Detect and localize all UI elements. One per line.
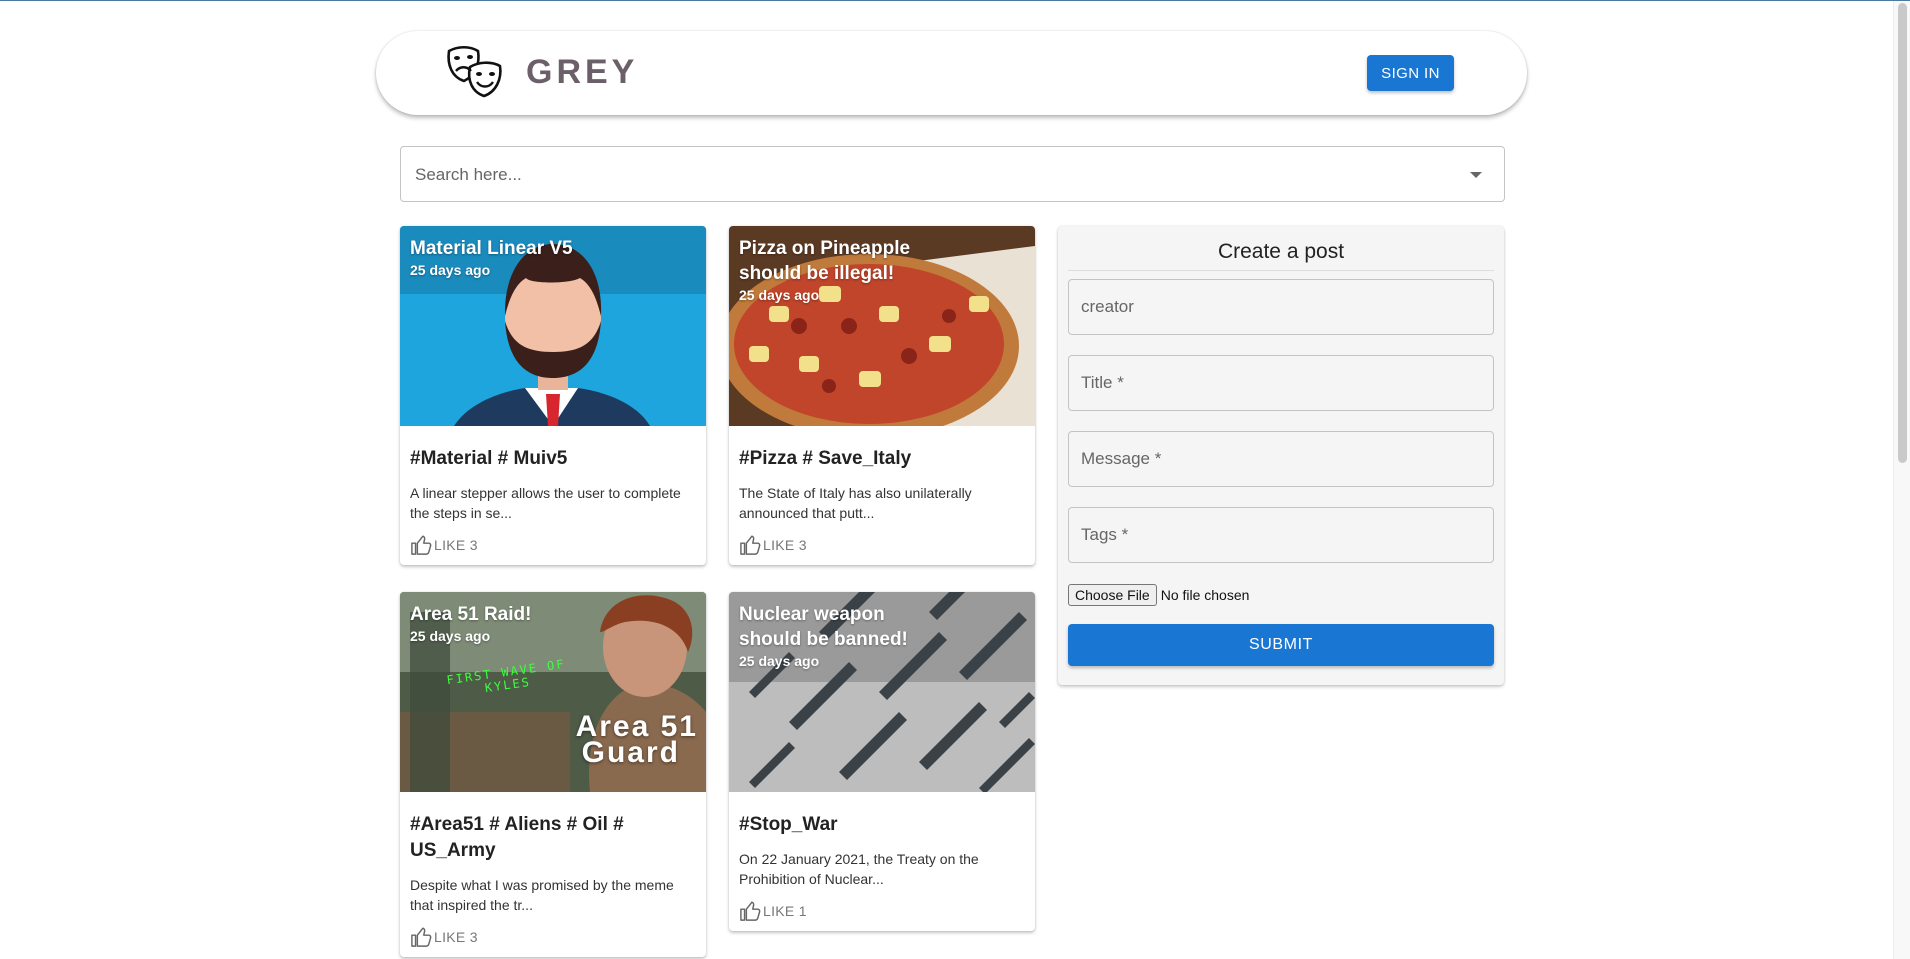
post-tags: #Material # Muiv5 xyxy=(410,448,568,469)
post-timestamp: 25 days ago xyxy=(410,628,491,644)
theater-masks-icon[interactable] xyxy=(444,43,508,107)
post-card[interactable]: Nuclear weapon should be banned! 25 days… xyxy=(729,592,1035,931)
like-count: LIKE 3 xyxy=(434,537,478,553)
brand-name: GREY xyxy=(526,53,639,91)
post-title: Material Linear V5 25 days ago xyxy=(410,236,610,279)
post-title: Nuclear weapon should be banned! 25 days… xyxy=(739,602,939,670)
post-timestamp: 25 days ago xyxy=(739,287,820,303)
form-heading: Create a post xyxy=(1068,240,1494,271)
post-image: FIRST WAVE OF KYLES Area 51 Guard Area 5… xyxy=(400,592,706,792)
like-count: LIKE 1 xyxy=(763,903,807,919)
post-message: On 22 January 2021, the Treaty on the Pr… xyxy=(739,851,979,887)
post-message: Despite what I was promised by the meme … xyxy=(410,877,674,913)
like-button[interactable]: LIKE 3 xyxy=(410,535,696,555)
like-count: LIKE 3 xyxy=(434,929,478,945)
submit-button[interactable]: SUBMIT xyxy=(1068,624,1494,666)
thumb-up-icon xyxy=(740,901,761,921)
message-field[interactable] xyxy=(1068,431,1494,487)
create-post-form: Create a post Choose File No file chosen… xyxy=(1058,226,1504,685)
post-message: The State of Italy has also unilaterally… xyxy=(739,485,972,521)
search-input[interactable] xyxy=(413,147,1417,203)
image-badge: Area 51 Guard xyxy=(576,712,698,769)
like-button[interactable]: LIKE 3 xyxy=(739,535,1025,555)
thumb-up-icon xyxy=(411,535,432,555)
file-status: No file chosen xyxy=(1160,587,1250,603)
post-tags: #Stop_War xyxy=(739,814,838,835)
post-title-text: Pizza on Pineapple should be illegal! xyxy=(739,238,911,284)
thumb-up-icon xyxy=(740,535,761,555)
app-bar: GREY SIGN IN xyxy=(376,31,1527,115)
post-image: Nuclear weapon should be banned! 25 days… xyxy=(729,592,1035,792)
badge-line: Guard xyxy=(581,736,680,769)
tags-field[interactable] xyxy=(1068,507,1494,563)
title-field[interactable] xyxy=(1068,355,1494,411)
choose-file-button[interactable]: Choose File xyxy=(1068,584,1157,606)
post-image: Material Linear V5 25 days ago xyxy=(400,226,706,426)
post-card[interactable]: FIRST WAVE OF KYLES Area 51 Guard Area 5… xyxy=(400,592,706,957)
sign-in-button[interactable]: SIGN IN xyxy=(1367,55,1454,91)
post-title-text: Nuclear weapon should be banned! xyxy=(739,604,908,650)
chevron-down-icon[interactable] xyxy=(1470,172,1482,178)
post-image: Pizza on Pineapple should be illegal! 25… xyxy=(729,226,1035,426)
post-timestamp: 25 days ago xyxy=(739,653,820,669)
page-scrollbar[interactable] xyxy=(1893,1,1910,959)
like-count: LIKE 3 xyxy=(763,537,807,553)
post-tags: #Pizza # Save_Italy xyxy=(739,448,912,469)
creator-field[interactable] xyxy=(1068,279,1494,335)
post-title: Pizza on Pineapple should be illegal! 25… xyxy=(739,236,939,304)
post-card[interactable]: Pizza on Pineapple should be illegal! 25… xyxy=(729,226,1035,565)
post-timestamp: 25 days ago xyxy=(410,262,491,278)
post-title-text: Area 51 Raid! xyxy=(410,604,532,625)
post-message: A linear stepper allows the user to comp… xyxy=(410,485,681,521)
like-button[interactable]: LIKE 3 xyxy=(410,927,696,947)
like-button[interactable]: LIKE 1 xyxy=(739,901,1025,921)
search-combobox[interactable] xyxy=(400,146,1505,203)
thumb-up-icon xyxy=(411,927,432,947)
post-title: Area 51 Raid! 25 days ago xyxy=(410,602,610,645)
post-tags: #Area51 # Aliens # Oil # US_Army xyxy=(410,814,624,861)
post-card[interactable]: Material Linear V5 25 days ago #Material… xyxy=(400,226,706,565)
scrollbar-thumb[interactable] xyxy=(1898,3,1907,463)
file-input: Choose File No file chosen xyxy=(1068,584,1249,606)
post-title-text: Material Linear V5 xyxy=(410,238,573,259)
